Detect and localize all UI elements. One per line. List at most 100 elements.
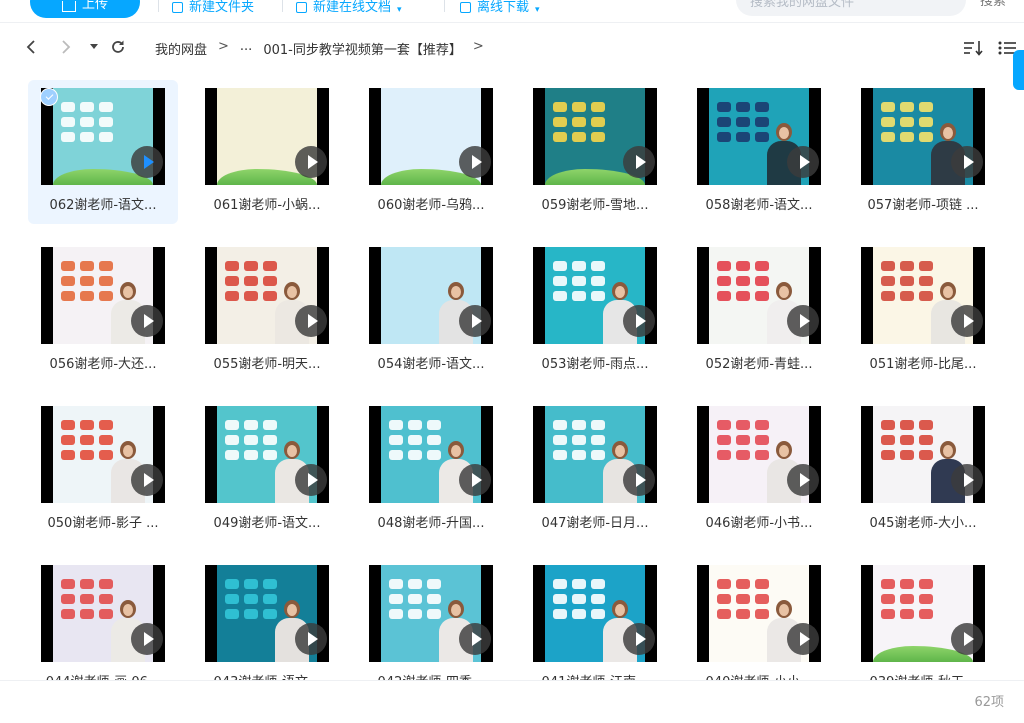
play-icon[interactable] xyxy=(787,146,819,178)
slide-text-block xyxy=(61,117,75,127)
file-item[interactable]: 060谢老师-乌鸦... xyxy=(356,80,506,224)
file-item[interactable]: 051谢老师-比尾... xyxy=(848,239,998,383)
slide-text-block xyxy=(389,132,403,142)
file-item[interactable]: 041谢老师-江南... xyxy=(520,557,670,680)
file-item[interactable]: 046谢老师-小书... xyxy=(684,398,834,542)
file-item[interactable]: 044谢老师-画 06... xyxy=(28,557,178,680)
play-icon[interactable] xyxy=(459,623,491,655)
file-item[interactable]: 061谢老师-小蜗... xyxy=(192,80,342,224)
breadcrumb-item-current[interactable]: 001-同步教学视频第一套【推荐】 xyxy=(263,39,462,58)
play-icon[interactable] xyxy=(131,305,163,337)
offline-download-button[interactable]: 离线下载 ▾ xyxy=(460,0,540,15)
slide-text-block xyxy=(553,261,567,271)
folder-plus-icon xyxy=(172,2,183,13)
file-item[interactable]: 062谢老师-语文... xyxy=(28,80,178,224)
file-item[interactable]: 052谢老师-青蛙... xyxy=(684,239,834,383)
breadcrumb-item-ellipsis[interactable]: ... xyxy=(240,39,252,58)
sort-button[interactable] xyxy=(962,37,984,59)
slide-text-block xyxy=(717,594,731,604)
play-icon[interactable] xyxy=(787,464,819,496)
file-item[interactable]: 056谢老师-大还... xyxy=(28,239,178,383)
file-item[interactable]: 053谢老师-雨点... xyxy=(520,239,670,383)
video-thumbnail xyxy=(861,565,985,662)
play-icon[interactable] xyxy=(131,146,163,178)
slide-text-block xyxy=(408,117,422,127)
file-item[interactable]: 040谢老师-小小... xyxy=(684,557,834,680)
file-item[interactable]: 043谢老师-语文... xyxy=(192,557,342,680)
file-name: 039谢老师-秋天... xyxy=(848,671,998,680)
slide-text-block xyxy=(717,609,731,619)
file-item[interactable]: 048谢老师-升国... xyxy=(356,398,506,542)
play-icon[interactable] xyxy=(459,464,491,496)
play-icon[interactable] xyxy=(131,623,163,655)
file-item[interactable]: 059谢老师-雪地... xyxy=(520,80,670,224)
file-item[interactable]: 057谢老师-项链 ... xyxy=(848,80,998,224)
slide-text-block xyxy=(881,579,895,589)
play-icon[interactable] xyxy=(623,464,655,496)
play-icon[interactable] xyxy=(295,623,327,655)
slide-text-block xyxy=(553,420,567,430)
play-icon[interactable] xyxy=(787,305,819,337)
slide-text-block xyxy=(553,102,567,112)
slide-text-block xyxy=(736,102,750,112)
file-item[interactable]: 047谢老师-日月... xyxy=(520,398,670,542)
refresh-button[interactable] xyxy=(107,36,129,58)
play-icon[interactable] xyxy=(951,623,983,655)
play-icon[interactable] xyxy=(295,464,327,496)
side-panel-tab[interactable] xyxy=(1013,50,1024,90)
video-thumbnail xyxy=(697,88,821,185)
slide-text-block xyxy=(61,579,75,589)
new-online-doc-button[interactable]: 新建在线文档 ▾ xyxy=(296,0,402,15)
file-item[interactable]: 042谢老师-四季... xyxy=(356,557,506,680)
play-icon[interactable] xyxy=(787,623,819,655)
search-input[interactable]: 搜索我的网盘文件 xyxy=(736,0,966,16)
play-icon[interactable] xyxy=(623,623,655,655)
play-icon[interactable] xyxy=(459,146,491,178)
slide-text-block xyxy=(61,291,75,301)
back-button[interactable] xyxy=(20,36,42,58)
file-item[interactable]: 039谢老师-秋天... xyxy=(848,557,998,680)
slide-text-block xyxy=(389,276,403,286)
slide-text-block xyxy=(80,276,94,286)
video-thumbnail xyxy=(369,88,493,185)
slide-text-block xyxy=(408,102,422,112)
teacher-face xyxy=(779,127,789,139)
play-icon[interactable] xyxy=(951,146,983,178)
play-icon[interactable] xyxy=(295,305,327,337)
breadcrumb-item-root[interactable]: 我的网盘 xyxy=(155,39,207,58)
file-item[interactable]: 058谢老师-语文... xyxy=(684,80,834,224)
video-thumbnail xyxy=(861,247,985,344)
file-item[interactable]: 055谢老师-明天... xyxy=(192,239,342,383)
file-item[interactable]: 054谢老师-语文... xyxy=(356,239,506,383)
video-thumbnail xyxy=(41,88,165,185)
forward-button[interactable] xyxy=(55,36,77,58)
slide-text-block xyxy=(389,102,403,112)
play-icon[interactable] xyxy=(131,464,163,496)
play-icon[interactable] xyxy=(623,146,655,178)
play-icon[interactable] xyxy=(295,146,327,178)
slide-content xyxy=(881,579,943,619)
play-icon[interactable] xyxy=(623,305,655,337)
slide-text-block xyxy=(717,450,731,460)
slide-text-block xyxy=(263,579,277,589)
file-item[interactable]: 049谢老师-语文... xyxy=(192,398,342,542)
file-item[interactable]: 045谢老师-大小... xyxy=(848,398,998,542)
play-icon[interactable] xyxy=(951,305,983,337)
video-thumbnail xyxy=(533,406,657,503)
slide-text-block xyxy=(881,420,895,430)
slide-text-block xyxy=(881,450,895,460)
new-folder-button[interactable]: 新建文件夹 xyxy=(172,0,254,15)
file-item[interactable]: 050谢老师-影子 ... xyxy=(28,398,178,542)
checkbox-checked-icon[interactable] xyxy=(40,88,58,106)
slide-text-block xyxy=(553,450,567,460)
play-icon[interactable] xyxy=(951,464,983,496)
history-dropdown-button[interactable] xyxy=(83,36,105,58)
search-button[interactable]: 搜索 xyxy=(980,0,1006,9)
slide-text-block xyxy=(572,609,586,619)
upload-button[interactable]: 上传 xyxy=(30,0,140,18)
slide-text-block xyxy=(591,261,605,271)
slide-text-block xyxy=(572,594,586,604)
play-icon[interactable] xyxy=(459,305,491,337)
slide-content xyxy=(61,102,123,142)
slide-text-block xyxy=(755,420,769,430)
